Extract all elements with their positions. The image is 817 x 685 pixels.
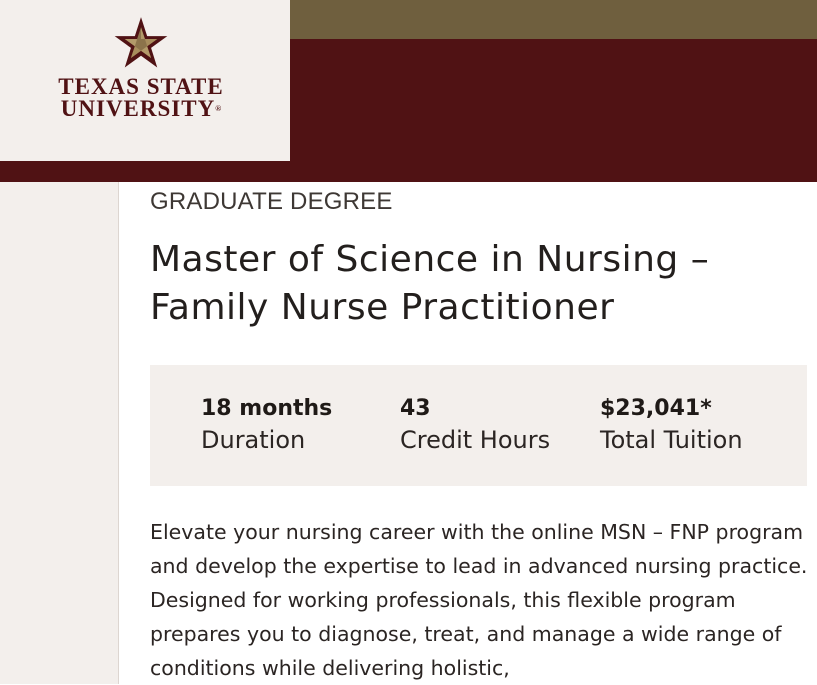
stat-label: Total Tuition (600, 426, 743, 454)
left-sidebar-rail (0, 182, 119, 684)
degree-type-label: GRADUATE DEGREE (150, 188, 393, 215)
logo-wordmark-university: UNIVERSITY (60, 96, 216, 121)
stat-label: Credit Hours (400, 426, 551, 454)
stat-value: 18 months (201, 396, 333, 421)
stat-value: 43 (400, 396, 431, 421)
stat-duration: 18 months Duration (201, 395, 332, 457)
logo-wordmark-line2: UNIVERSITY® (0, 96, 282, 121)
stat-value: $23,041* (600, 396, 712, 421)
star-logo-icon (114, 17, 168, 68)
program-stats-panel: 18 months Duration 43 Credit Hours $23,0… (150, 365, 807, 486)
stat-label: Duration (201, 426, 306, 454)
stat-credit-hours: 43 Credit Hours (400, 395, 550, 457)
registered-mark: ® (215, 104, 222, 113)
university-logo-link[interactable]: TEXAS STATE UNIVERSITY® (0, 0, 290, 161)
page-title: Master of Science in Nursing – Family Nu… (150, 239, 710, 328)
stat-total-tuition: $23,041* Total Tuition (600, 395, 743, 457)
program-description: Elevate your nursing career with the onl… (150, 520, 808, 680)
